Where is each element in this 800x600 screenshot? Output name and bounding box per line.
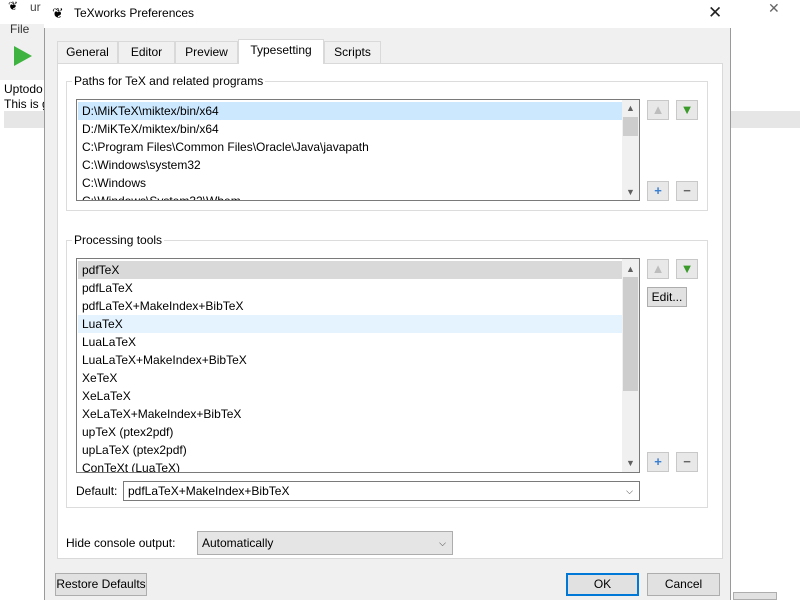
scroll-thumb[interactable]: [623, 117, 638, 136]
close-icon[interactable]: ✕: [708, 3, 722, 23]
background-right-area: [731, 0, 800, 600]
plus-icon: +: [654, 183, 662, 198]
arrow-up-icon: ▲: [651, 102, 665, 117]
default-tool-label: Default:: [76, 484, 118, 498]
background-right-bar: [731, 111, 800, 128]
tab-general[interactable]: General: [57, 41, 118, 63]
paths-scrollbar[interactable]: ▲ ▼: [622, 100, 639, 200]
play-icon[interactable]: [14, 46, 32, 66]
remove-path-button[interactable]: −: [676, 181, 698, 201]
plus-icon: +: [654, 454, 662, 469]
move-down-button[interactable]: ▼: [676, 100, 698, 120]
default-tool-value: pdfLaTeX+MakeIndex+BibTeX: [128, 484, 290, 498]
paths-list[interactable]: D:\MiKTeX\miktex/bin/x64 D:/MiKTeX/mikte…: [76, 99, 640, 201]
chevron-down-icon: ⌵: [439, 538, 446, 548]
scroll-up-icon[interactable]: ▲: [622, 101, 639, 115]
tool-move-up-button[interactable]: ▲: [647, 259, 669, 279]
path-item[interactable]: D:/MiKTeX/miktex/bin/x64: [78, 120, 219, 138]
hide-console-label: Hide console output:: [66, 536, 176, 550]
tool-item[interactable]: pdfTeX: [78, 261, 622, 279]
add-tool-button[interactable]: +: [647, 452, 669, 472]
tool-item[interactable]: upLaTeX (ptex2pdf): [78, 441, 187, 459]
tab-scripts[interactable]: Scripts: [324, 41, 381, 63]
menu-file[interactable]: File: [10, 22, 29, 36]
tool-item[interactable]: ConTeXt (LuaTeX): [78, 459, 180, 472]
tool-item[interactable]: upTeX (ptex2pdf): [78, 423, 173, 441]
arrow-up-icon: ▲: [651, 261, 665, 276]
default-tool-select[interactable]: pdfLaTeX+MakeIndex+BibTeX ⌵: [123, 481, 640, 501]
tool-move-down-button[interactable]: ▼: [676, 259, 698, 279]
tool-item[interactable]: pdfLaTeX+MakeIndex+BibTeX: [78, 297, 243, 315]
editor-area[interactable]: [0, 80, 44, 600]
tool-item[interactable]: pdfLaTeX: [78, 279, 133, 297]
cancel-button[interactable]: Cancel: [647, 573, 720, 596]
background-window-title: ur: [30, 0, 41, 14]
path-item[interactable]: C:\Program Files\Common Files\Oracle\Jav…: [78, 138, 369, 156]
add-path-button[interactable]: +: [647, 181, 669, 201]
editor-text-line: This is g: [4, 97, 49, 111]
scroll-up-icon[interactable]: ▲: [622, 262, 639, 276]
minus-icon: −: [683, 183, 691, 198]
remove-tool-button[interactable]: −: [676, 452, 698, 472]
tool-item[interactable]: XeTeX: [78, 369, 117, 387]
hide-console-value: Automatically: [202, 536, 274, 550]
tools-list[interactable]: pdfTeX pdfLaTeX pdfLaTeX+MakeIndex+BibTe…: [76, 258, 640, 473]
ok-button[interactable]: OK: [566, 573, 639, 596]
paths-group-title: Paths for TeX and related programs: [72, 74, 266, 88]
tools-scrollbar[interactable]: ▲ ▼: [622, 259, 639, 472]
tool-item[interactable]: LuaLaTeX+MakeIndex+BibTeX: [78, 351, 247, 369]
arrow-down-icon: ▼: [680, 102, 694, 117]
tools-group-title: Processing tools: [72, 233, 165, 247]
tool-item[interactable]: XeLaTeX+MakeIndex+BibTeX: [78, 405, 241, 423]
path-item[interactable]: C:\Windows\system32: [78, 156, 201, 174]
scroll-down-icon[interactable]: ▼: [622, 185, 639, 199]
texworks-app-icon: ❦: [8, 0, 19, 13]
background-button[interactable]: [733, 592, 777, 600]
editor-text-line: Uptodo: [4, 82, 43, 96]
background-close-icon[interactable]: ✕: [768, 0, 780, 17]
arrow-down-icon: ▼: [680, 261, 694, 276]
move-up-button[interactable]: ▲: [647, 100, 669, 120]
tool-item[interactable]: XeLaTeX: [78, 387, 131, 405]
editor-highlight: [4, 111, 44, 128]
path-item[interactable]: D:\MiKTeX\miktex/bin/x64: [78, 102, 622, 120]
tab-editor[interactable]: Editor: [118, 41, 175, 63]
hide-console-select[interactable]: Automatically ⌵: [197, 531, 453, 555]
edit-tool-button[interactable]: Edit...: [647, 287, 687, 307]
texworks-icon: ❦: [52, 5, 64, 21]
dialog-title: TeXworks Preferences: [74, 6, 195, 20]
restore-defaults-button[interactable]: Restore Defaults: [55, 573, 147, 596]
path-item[interactable]: C:\Windows\System32\Wbem: [78, 192, 241, 200]
chevron-down-icon: ⌵: [626, 486, 633, 496]
tab-typesetting[interactable]: Typesetting: [238, 39, 324, 64]
tab-preview[interactable]: Preview: [175, 41, 238, 63]
scroll-down-icon[interactable]: ▼: [622, 456, 639, 470]
path-item[interactable]: C:\Windows: [78, 174, 146, 192]
scroll-thumb[interactable]: [623, 277, 638, 391]
minus-icon: −: [683, 454, 691, 469]
tool-item[interactable]: LuaLaTeX: [78, 333, 136, 351]
tool-item[interactable]: LuaTeX: [78, 315, 622, 333]
